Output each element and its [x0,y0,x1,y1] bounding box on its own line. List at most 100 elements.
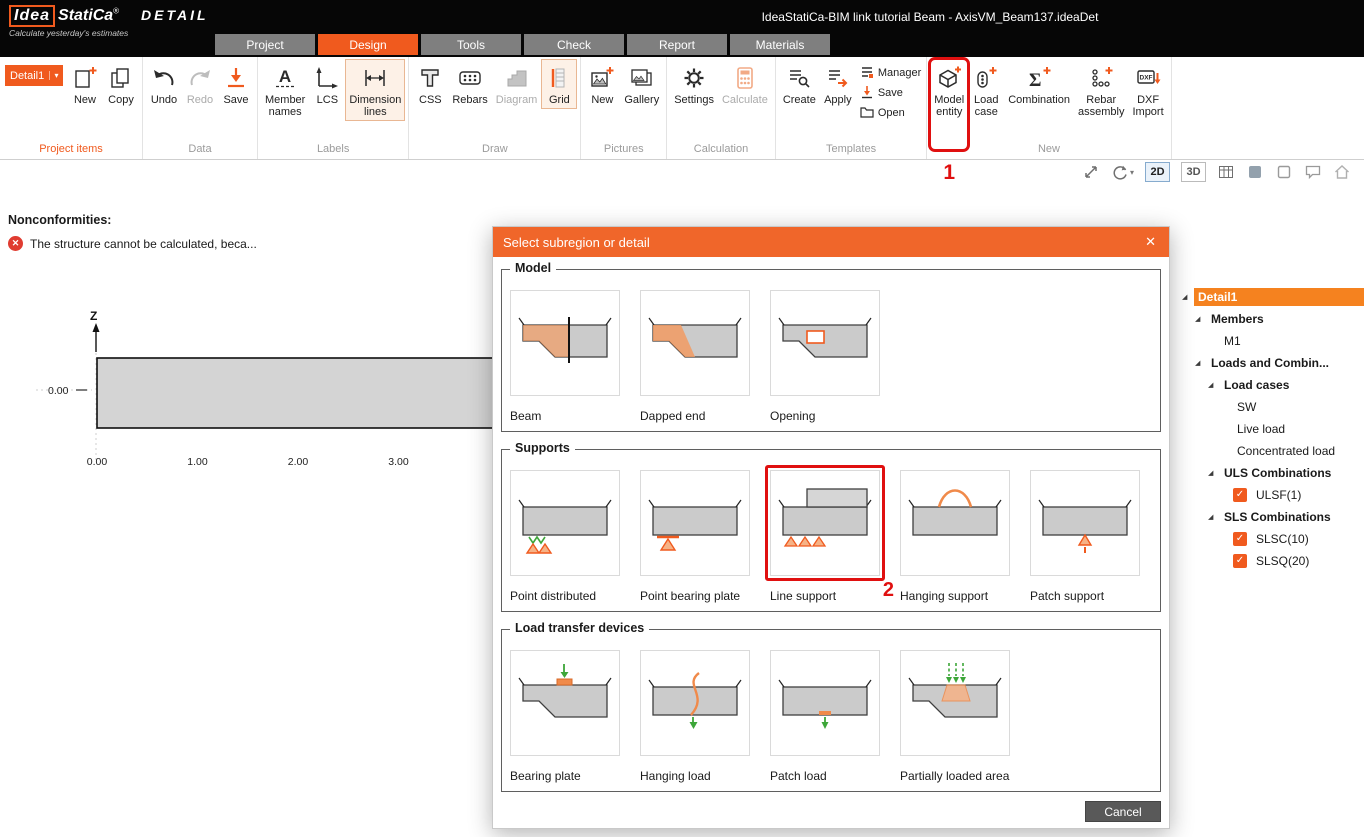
dialog-item-point-distributed[interactable]: Point distributed [510,470,620,603]
app-logo: IdeaStatiCa®DETAIL Calculate yesterday's… [9,5,209,38]
tree-item-sw[interactable]: SW [1180,396,1364,418]
dialog-item-hanging-load[interactable]: Hanging load [640,650,750,783]
tab-tools[interactable]: Tools [421,34,521,55]
doc-plus-icon [72,62,98,94]
ribbon-button-gallery[interactable]: Gallery [620,59,663,109]
beam-thumbnail-icon [510,290,620,396]
expander-icon[interactable]: ◢ [1195,359,1207,367]
ribbon-button-rebars[interactable]: Rebars [448,59,491,109]
dialog-item-label: Dapped end [640,409,750,423]
tree-item-detail1[interactable]: ◢Detail1 [1180,286,1364,308]
save-arrow-icon [223,62,249,94]
tree-item-members[interactable]: ◢Members [1180,308,1364,330]
dialog-item-dapped-end[interactable]: Dapped end [640,290,750,423]
grid-table-icon[interactable] [1217,163,1235,181]
checkbox-checked-icon[interactable]: ✓ [1233,532,1247,546]
tree-item-sls-combinations[interactable]: ◢SLS Combinations [1180,506,1364,528]
tree-item-label: M1 [1220,332,1245,350]
tree-item-load-cases[interactable]: ◢Load cases [1180,374,1364,396]
dialog-item-label: Hanging support [900,589,1010,603]
cancel-button[interactable]: Cancel [1085,801,1161,822]
tab-materials[interactable]: Materials [730,34,830,55]
dialog-item-hanging-support[interactable]: Hanging support [900,470,1010,603]
calculator-icon [732,62,758,94]
model-canvas[interactable]: Z 0.00 0.00 1.00 2.00 3.00 [36,300,498,476]
app-name: DETAIL [141,7,209,23]
detail-selector[interactable]: Detail1▾ [5,65,63,86]
dialog-title: Select subregion or detail [503,235,650,250]
ribbon-button-undo[interactable]: Undo [146,59,182,109]
ribbon-button-rebar-assembly[interactable]: Rebar assembly [1074,59,1128,121]
checkbox-checked-icon[interactable]: ✓ [1233,488,1247,502]
fit-view-icon[interactable] [1082,163,1100,181]
ribbon-button-settings[interactable]: Settings [670,59,718,109]
expander-icon[interactable]: ◢ [1208,381,1220,389]
tree-item-loads-and-combin[interactable]: ◢Loads and Combin... [1180,352,1364,374]
tree-item-slsc-10[interactable]: ✓SLSC(10) [1180,528,1364,550]
dialog-group-supports: SupportsPoint distributedPoint bearing p… [501,449,1161,612]
expander-icon[interactable]: ◢ [1208,513,1220,521]
hanging-support-thumbnail-icon [900,470,1010,576]
ribbon-button-open[interactable]: Open [860,103,921,123]
view-3d-button[interactable]: 3D [1181,162,1206,182]
rotate-view-icon[interactable]: ▾ [1111,163,1134,181]
ribbon-button-load-case[interactable]: Load case [968,59,1004,121]
ribbon-button-save[interactable]: Save [218,59,254,109]
expander-icon[interactable]: ◢ [1195,315,1207,323]
ribbon-button-create[interactable]: Create [779,59,820,109]
tab-design[interactable]: Design [318,34,418,55]
ribbon-button-label: Create [783,94,816,106]
ribbon-button-new[interactable]: New [67,59,103,109]
ribbon-button-dimension-lines[interactable]: Dimension lines [345,59,405,121]
dxf-import-icon: DXF [1135,62,1161,94]
ribbon-button-apply[interactable]: Apply [820,59,856,109]
ribbon-button-new[interactable]: New [584,59,620,109]
dialog-close-button[interactable]: ✕ [1142,234,1159,250]
dialog-item-patch-support[interactable]: Patch support [1030,470,1140,603]
tree-item-uls-combinations[interactable]: ◢ULS Combinations [1180,462,1364,484]
ribbon-button-member-names[interactable]: AMember names [261,59,309,121]
css-profile-icon [417,62,443,94]
tab-project[interactable]: Project [215,34,315,55]
tab-check[interactable]: Check [524,34,624,55]
ribbon-button-grid[interactable]: Grid [541,59,577,109]
tree-item-ulsf-1[interactable]: ✓ULSF(1) [1180,484,1364,506]
dialog-item-beam[interactable]: Beam [510,290,620,423]
ribbon-button-label: Redo [187,94,213,106]
svg-text:Z: Z [90,309,97,323]
tab-report[interactable]: Report [627,34,727,55]
expander-icon[interactable]: ◢ [1208,469,1220,477]
tree-item-live-load[interactable]: Live load [1180,418,1364,440]
svg-text:0.00: 0.00 [87,456,108,468]
dialog-item-bearing-plate[interactable]: Bearing plate [510,650,620,783]
expander-icon[interactable]: ◢ [1182,293,1194,301]
tree-item-slsq-20[interactable]: ✓SLSQ(20) [1180,550,1364,572]
dialog-item-patch-load[interactable]: Patch load [770,650,880,783]
ribbon-button-lcs[interactable]: LCS [309,59,345,109]
dialog-item-label: Hanging load [640,769,750,783]
ribbon-button-dxf-import[interactable]: DXFDXF Import [1128,59,1167,121]
dialog-item-opening[interactable]: Opening [770,290,880,423]
layers-outline-icon[interactable] [1275,163,1293,181]
view-2d-button[interactable]: 2D [1145,162,1170,182]
ribbon-button-model-entity[interactable]: Model entity1 [930,59,968,121]
tree-item-m1[interactable]: M1 [1180,330,1364,352]
dialog-item-point-bearing-plate[interactable]: Point bearing plate [640,470,750,603]
ribbon-button-label: Dimension lines [349,94,401,118]
ribbon-button-save[interactable]: Save [860,83,921,103]
ribbon-button-css[interactable]: CSS [412,59,448,109]
tree-item-concentrated-load[interactable]: Concentrated load [1180,440,1364,462]
dialog-item-label: Patch support [1030,589,1140,603]
dialog-group-title: Load transfer devices [510,621,649,635]
ribbon-button-copy[interactable]: Copy [103,59,139,109]
ribbon-button-manager[interactable]: Manager [860,63,921,83]
dialog-item-line-support[interactable]: 2Line support [770,470,880,603]
dialog-item-partially-loaded-area[interactable]: Partially loaded area [900,650,1010,783]
home-icon[interactable] [1333,163,1351,181]
layers-filled-icon[interactable] [1246,163,1264,181]
ribbon-button-combination[interactable]: ΣCombination [1004,59,1074,109]
ribbon-group-draw: CSSRebarsDiagramGridDraw [409,57,581,159]
dialog-group-load-transfer-devices: Load transfer devicesBearing plateHangin… [501,629,1161,792]
checkbox-checked-icon[interactable]: ✓ [1233,554,1247,568]
comment-icon[interactable] [1304,163,1322,181]
